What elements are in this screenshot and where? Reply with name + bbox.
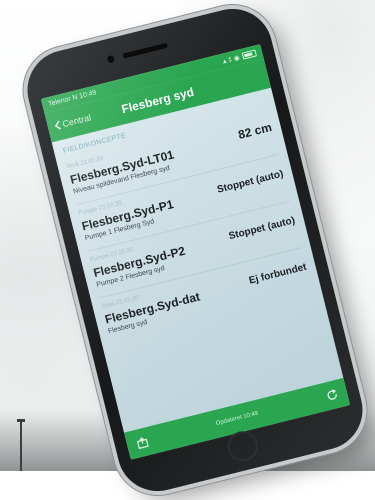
share-button[interactable] bbox=[134, 434, 151, 451]
item-value: Stoppet (auto) bbox=[216, 168, 285, 196]
battery-icon bbox=[241, 49, 257, 60]
back-button[interactable]: Central bbox=[53, 112, 92, 131]
item-value: Ej forbundet bbox=[247, 261, 308, 287]
antenna-mast bbox=[20, 421, 22, 471]
back-button-label: Central bbox=[61, 112, 93, 130]
earpiece-speaker bbox=[122, 42, 169, 59]
status-icons: ▴ ‡ ◉ bbox=[222, 54, 241, 66]
refresh-icon bbox=[327, 389, 337, 400]
toolbar-caption: Opdateret 10:49 bbox=[215, 410, 259, 427]
share-icon bbox=[136, 436, 149, 449]
item-value: 82 cm bbox=[236, 120, 274, 142]
antenna-mast-top bbox=[17, 419, 25, 422]
item-name: Flesberg.Syd-dat bbox=[103, 289, 202, 327]
refresh-button[interactable] bbox=[324, 387, 341, 404]
chevron-left-icon bbox=[54, 120, 62, 130]
front-camera bbox=[106, 54, 116, 64]
item-value: Stoppet (auto) bbox=[227, 215, 297, 243]
